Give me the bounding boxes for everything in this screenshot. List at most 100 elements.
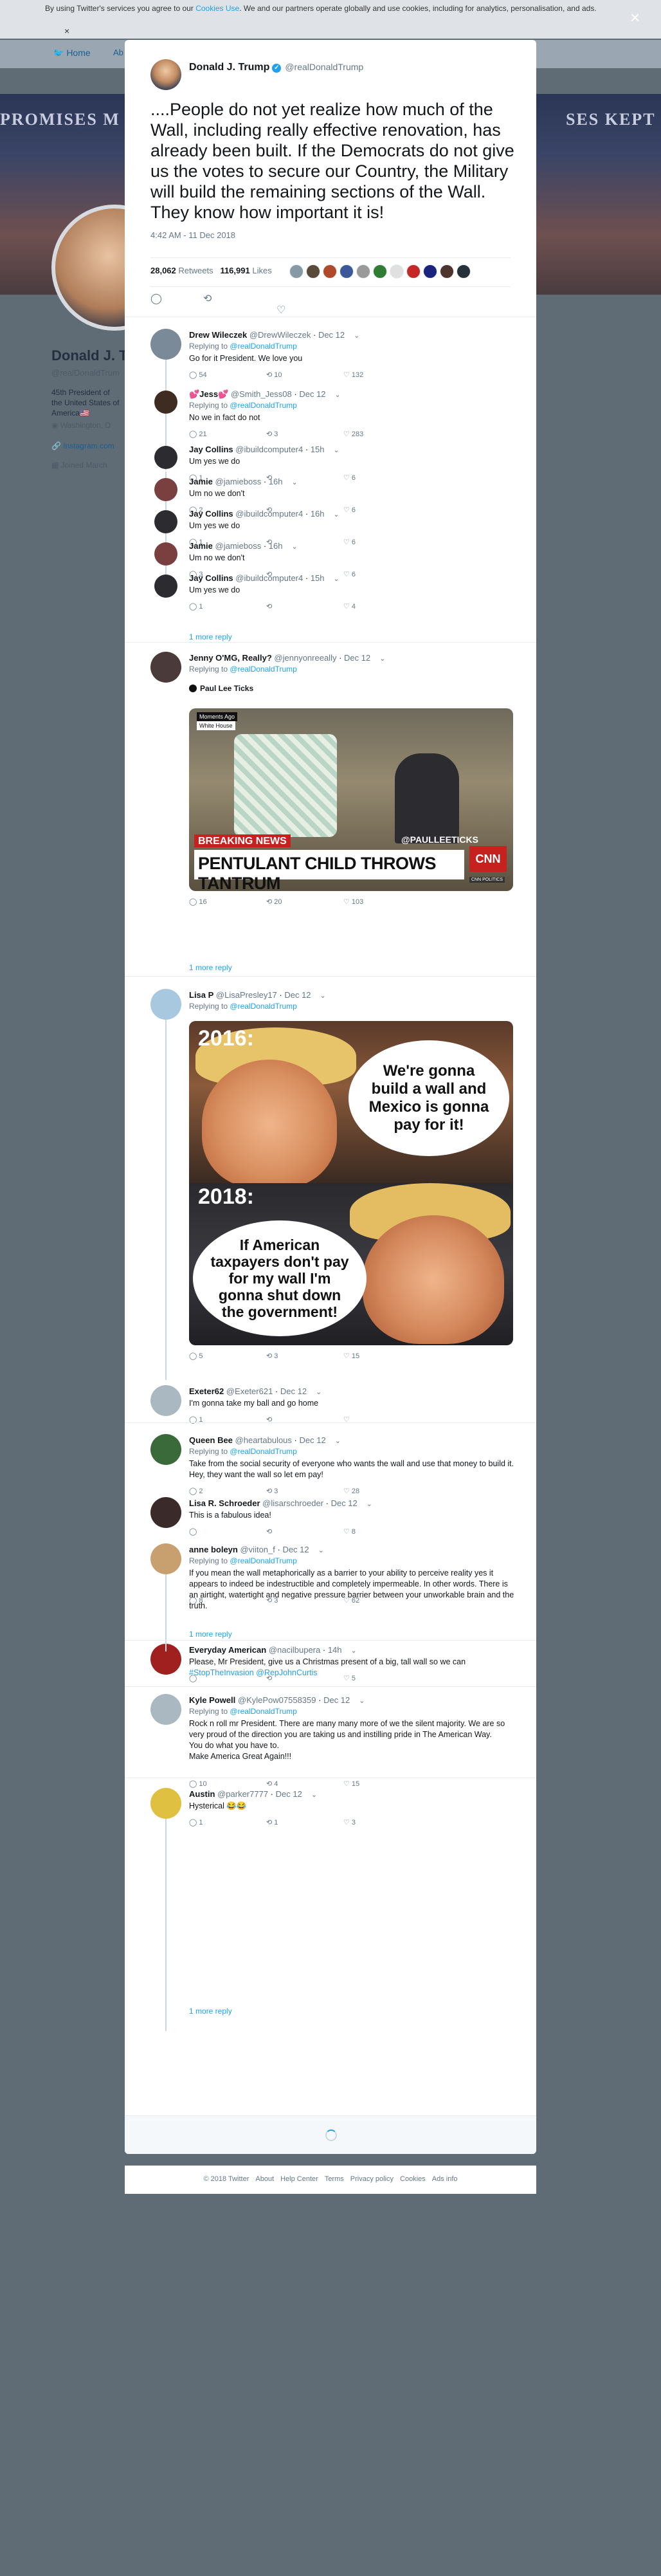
reply-avatar[interactable] [150,652,181,683]
reply-author-handle[interactable]: @heartabulous [235,1435,292,1445]
cookie-close-button[interactable]: × [64,26,69,36]
retweet-icon[interactable]: ⟲ [266,603,272,611]
retweet-icon[interactable]: ⟲ [203,292,212,305]
like-icon[interactable]: ♡ [343,1352,352,1360]
chevron-down-icon[interactable]: ⌄ [318,1547,324,1554]
reply-author-name[interactable]: Jamie [189,477,213,486]
like-icon[interactable]: ♡ [343,430,352,438]
reply-avatar[interactable] [150,1434,181,1465]
like-action[interactable]: ♡ 132 [343,371,369,379]
retweet-action[interactable]: ⟲ 10 [266,371,343,379]
reply-author-name[interactable]: anne boleyn [189,1545,238,1554]
quoted-account[interactable]: Paul Lee Ticks [189,684,253,693]
chevron-down-icon[interactable]: ⌄ [316,1388,321,1396]
reply-date[interactable]: 16h [311,509,325,519]
like-action[interactable]: ♡ 15 [343,1352,369,1360]
reply-author-handle[interactable]: @KylePow07558359 [238,1695,316,1705]
wall-meme-image[interactable]: 2016: 2018: We're gonna build a wall and M… [189,1021,513,1345]
like-icon[interactable]: ♡ [343,603,352,611]
liker-avatar[interactable] [457,264,471,279]
reply-author-name[interactable]: Jenny O'MG, Really? [189,653,272,663]
reply-date[interactable]: Dec 12 [331,1498,358,1508]
retweet-icon[interactable]: ⟲ [266,1819,274,1826]
liker-avatar[interactable] [306,264,320,279]
liker-avatar[interactable] [323,264,337,279]
reply-author-handle[interactable]: @parker7777 [217,1789,268,1799]
replying-to-link[interactable]: @realDonaldTrump [230,1707,296,1716]
like-action[interactable]: ♡ 103 [343,897,369,906]
reply-date[interactable]: 15h [311,573,325,583]
more-replies-link[interactable]: 1 more reply [189,1630,232,1639]
retweet-icon[interactable]: ⟲ [266,430,274,438]
more-replies-link[interactable]: 1 more reply [189,632,232,641]
like-icon[interactable]: ♡ [343,1597,352,1605]
reply-icon[interactable]: ◯ [189,1352,199,1360]
replying-to-link[interactable]: @realDonaldTrump [230,1002,296,1011]
reply-action[interactable]: ◯ 1 [189,1818,266,1826]
more-replies-link[interactable]: 1 more reply [189,963,232,972]
retweet-icon[interactable]: ⟲ [266,1675,272,1682]
reply-action[interactable]: ◯ 2 [189,1487,266,1495]
like-action[interactable]: ♡ 283 [343,430,369,438]
reply-action[interactable]: ◯ 16 [189,897,266,906]
liker-avatar[interactable] [289,264,303,279]
chevron-down-icon[interactable]: ⌄ [334,446,340,454]
reply-author-handle[interactable]: @jennyonreeally [274,653,336,663]
reply-date[interactable]: Dec 12 [276,1789,302,1799]
chevron-down-icon[interactable]: ⌄ [335,391,341,399]
footer-link[interactable]: Cookies [400,2175,426,2183]
like-action[interactable]: ♡ 28 [343,1487,369,1495]
reply-avatar[interactable] [150,989,181,1020]
more-replies-link[interactable]: 1 more reply [189,2007,232,2016]
retweet-action[interactable]: ⟲ [266,1674,343,1682]
reply-action[interactable]: ◯ 1 [189,602,266,611]
liker-avatar[interactable] [356,264,370,279]
reply-author-name[interactable]: Jay Collins [189,573,233,583]
retweet-action[interactable]: ⟲ 3 [266,1487,343,1495]
cookie-link[interactable]: Cookies Use [195,4,239,13]
nav-home-link[interactable]: 🐦 Home [53,48,91,59]
reply-avatar[interactable] [154,478,177,501]
main-author[interactable]: Donald J. Trump ✓ @realDonaldTrump [189,62,363,73]
reply-author-handle[interactable]: @jamieboss [215,477,262,486]
chevron-down-icon[interactable]: ⌄ [351,1647,357,1655]
retweet-action[interactable]: ⟲ 3 [266,1596,343,1605]
reply-avatar[interactable] [150,1497,181,1528]
retweet-action[interactable]: ⟲ 1 [266,1818,343,1826]
reply-author-handle[interactable]: @ibuildcomputer4 [235,445,303,454]
reply-date[interactable]: Dec 12 [284,990,311,1000]
like-icon[interactable]: ♡ [343,474,352,482]
like-action[interactable]: ♡ 6 [343,474,369,482]
reply-avatar[interactable] [154,446,177,469]
chevron-down-icon[interactable]: ⌄ [292,479,298,486]
chevron-down-icon[interactable]: ⌄ [320,992,326,1000]
reply-icon[interactable]: ◯ [189,1528,197,1536]
like-action[interactable]: ♡ 3 [343,1818,369,1826]
reply-avatar[interactable] [150,1788,181,1819]
reply-author-handle[interactable]: @ibuildcomputer4 [235,573,303,583]
main-avatar[interactable] [150,59,181,90]
reply-date[interactable]: Dec 12 [299,1435,325,1445]
main-tweet-time[interactable]: 4:42 AM - 11 Dec 2018 [150,230,235,240]
like-action[interactable]: ♡ 5 [343,1674,369,1682]
reply-icon[interactable]: ◯ [189,1819,199,1826]
chevron-down-icon[interactable]: ⌄ [311,1791,317,1799]
reply-author-handle[interactable]: @jamieboss [215,541,262,551]
reply-author-handle[interactable]: @LisaPresley17 [216,990,277,1000]
chevron-down-icon[interactable]: ⌄ [354,332,359,340]
retweet-action[interactable]: ⟲ 4 [266,1780,343,1788]
chevron-down-icon[interactable]: ⌄ [367,1500,372,1508]
like-action[interactable]: ♡ 6 [343,570,369,578]
liker-avatar[interactable] [423,264,437,279]
reply-avatar[interactable] [150,329,181,360]
retweet-icon[interactable]: ⟲ [266,898,274,906]
reply-icon[interactable]: ◯ [189,1597,199,1605]
like-icon[interactable]: ♡ [343,371,352,379]
retweet-icon[interactable]: ⟲ [266,1352,274,1360]
chevron-down-icon[interactable]: ⌄ [335,1437,341,1445]
reply-author-name[interactable]: Austin [189,1789,215,1799]
like-icon[interactable]: ♡ [343,571,352,578]
liker-avatar[interactable] [390,264,404,279]
like-action[interactable]: ♡ 8 [343,1527,369,1536]
modal-close-button[interactable]: × [630,8,640,28]
